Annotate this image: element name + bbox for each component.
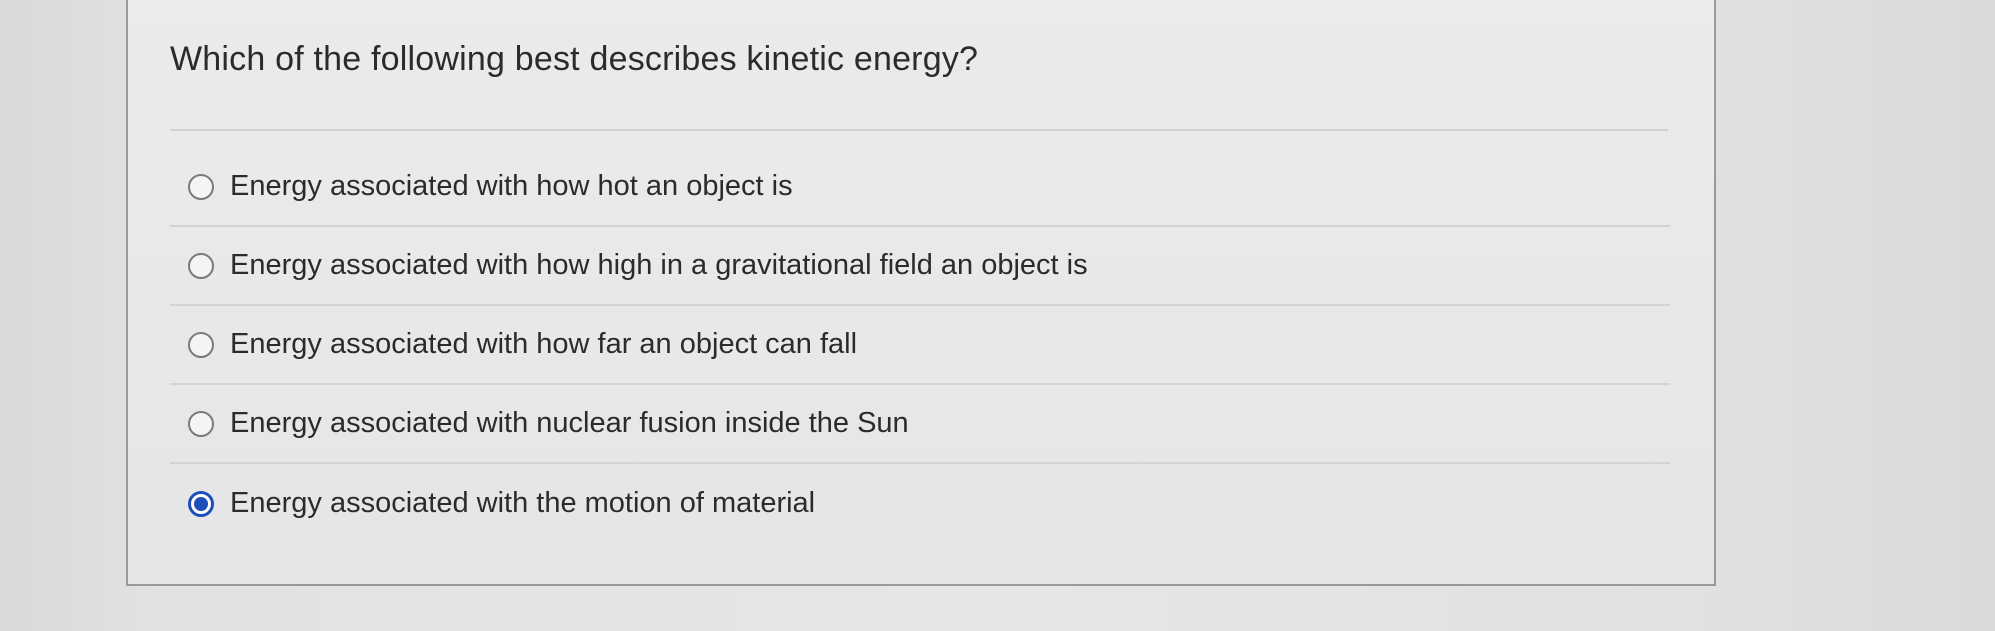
answer-option-2[interactable]: Energy associated with how high in a gra… (170, 227, 1670, 306)
answer-list: Energy associated with how hot an object… (170, 148, 1670, 543)
question-text: Which of the following best describes ki… (170, 40, 979, 78)
answer-option-3[interactable]: Energy associated with how far an object… (170, 306, 1670, 385)
radio-selected-dot (194, 496, 208, 511)
radio-button-unchecked[interactable] (188, 410, 214, 437)
radio-button-unchecked[interactable] (188, 331, 214, 358)
answer-label: Energy associated with the motion of mat… (230, 487, 816, 519)
question-card: Which of the following best describes ki… (126, 0, 1716, 586)
answer-option-4[interactable]: Energy associated with nuclear fusion in… (170, 385, 1670, 464)
radio-button-unchecked[interactable] (188, 252, 214, 279)
question-divider (170, 129, 1668, 131)
answer-option-1[interactable]: Energy associated with how hot an object… (170, 148, 1670, 227)
answer-label: Energy associated with how far an object… (230, 328, 858, 360)
answer-label: Energy associated with how high in a gra… (230, 249, 1088, 281)
radio-button-unchecked[interactable] (188, 173, 214, 200)
answer-label: Energy associated with how hot an object… (230, 170, 793, 202)
radio-button-checked[interactable] (188, 490, 214, 517)
answer-label: Energy associated with nuclear fusion in… (230, 407, 909, 439)
answer-option-5[interactable]: Energy associated with the motion of mat… (170, 464, 1670, 543)
